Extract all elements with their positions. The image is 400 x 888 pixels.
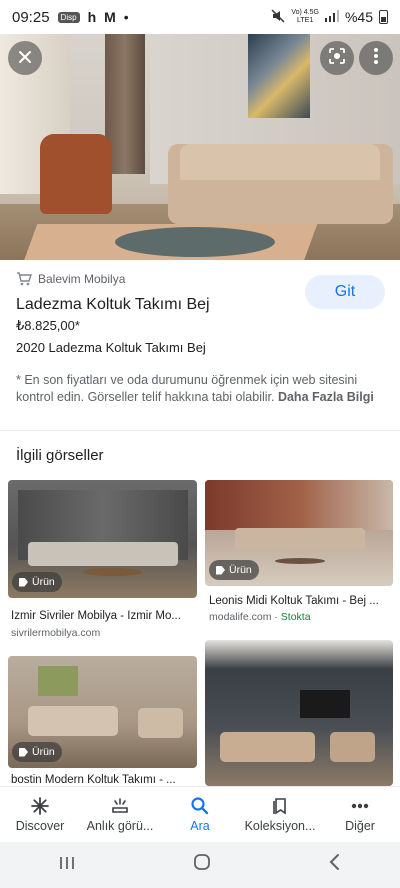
notification-dot: • (123, 9, 129, 25)
lens-icon (328, 47, 346, 70)
recent-apps-button[interactable] (58, 854, 76, 877)
armchair (40, 134, 112, 214)
network-indicator: Vo) 4.5G LTE1 (291, 9, 319, 24)
disclaimer: * En son fiyatları ve oda durumunu öğren… (16, 372, 376, 406)
image-sofa (220, 732, 315, 762)
image-table (275, 558, 325, 564)
related-card-image[interactable]: Ürün (8, 656, 197, 768)
image-table (83, 568, 143, 576)
related-card-title[interactable]: İzmir Sivriler Mobilya - İzmir Mo... (11, 610, 196, 622)
notification-app-icon: Disp (57, 11, 80, 23)
more-info-link[interactable]: Daha Fazla Bilgi (278, 390, 374, 404)
image-painting (38, 666, 78, 696)
signal-icon (324, 9, 339, 25)
wall-painting (248, 34, 310, 118)
home-button[interactable] (193, 853, 211, 877)
close-icon (18, 48, 32, 69)
divider (0, 430, 400, 431)
nav-search[interactable]: Ara (160, 787, 240, 842)
close-button[interactable] (8, 41, 42, 75)
result-title[interactable]: Ladezma Koltuk Takımı Bej (16, 296, 210, 314)
image-sofa (235, 528, 365, 550)
related-card-title[interactable]: bostin Modern Koltuk Takımı - ... (11, 774, 196, 786)
battery-percent: %45 (344, 9, 373, 25)
nav-more[interactable]: Diğer (320, 787, 400, 842)
product-badge: Ürün (209, 560, 259, 580)
result-source[interactable]: Balevim Mobilya (16, 272, 125, 286)
nav-label: Anlık görü... (86, 819, 154, 833)
nav-snapshot[interactable]: Anlık görü... (80, 787, 160, 842)
more-vert-icon (374, 47, 378, 69)
image-armchair (330, 732, 375, 762)
nav-label: Koleksiyon... (244, 819, 316, 833)
nav-label: Diğer (345, 819, 375, 833)
hero-image[interactable] (0, 34, 400, 260)
product-badge: Ürün (12, 572, 62, 592)
nav-discover[interactable]: Discover (0, 787, 80, 842)
more-options-button[interactable] (359, 41, 393, 75)
status-time: 09:25 (12, 8, 50, 26)
back-button[interactable] (328, 853, 342, 877)
image-armchair (138, 708, 183, 738)
bottom-navigation: Discover Anlık görü... Ara Koleksiyon...… (0, 786, 400, 842)
bookmark-icon (270, 796, 290, 816)
source-name: Balevim Mobilya (38, 272, 126, 286)
lens-button[interactable] (320, 41, 354, 75)
battery-icon (379, 10, 388, 24)
image-tv (300, 690, 350, 718)
search-icon (190, 796, 210, 816)
nav-label: Ara (190, 819, 210, 833)
product-badge: Ürün (12, 742, 62, 762)
image-sofa (28, 706, 118, 736)
related-card-image[interactable]: Ürün (8, 480, 197, 598)
nav-label: Discover (15, 819, 65, 833)
related-card-source: sivrilermobilya.com (11, 627, 101, 639)
result-subtitle: 2020 Ladezma Koltuk Takımı Bej (16, 340, 206, 355)
stock-status: Stokta (280, 611, 311, 623)
related-card-image[interactable]: Ürün (205, 480, 393, 586)
result-price: ₺8.825,00* (16, 318, 80, 333)
related-heading: İlgili görseller (16, 447, 104, 464)
image-sofa (28, 542, 178, 566)
asterisk-icon (30, 796, 50, 816)
related-card-source: modalife.com · Stokta (209, 611, 311, 623)
related-card-title[interactable]: Leonis Midi Koltuk Takımı - Bej ... (209, 595, 394, 607)
system-navigation-bar (0, 842, 400, 888)
tag-icon (19, 577, 28, 587)
tag-icon (216, 565, 225, 575)
mute-icon (271, 8, 285, 26)
more-horiz-icon (351, 796, 369, 816)
nav-collections[interactable]: Koleksiyon... (240, 787, 320, 842)
mail-notification-icon: M (104, 9, 116, 25)
tag-icon (19, 747, 28, 757)
notification-h-icon: h (87, 9, 97, 25)
shopping-cart-icon (16, 272, 32, 286)
image-wall (205, 480, 393, 530)
sofa-back (180, 144, 380, 180)
coffee-table (115, 227, 275, 257)
related-card-image[interactable] (205, 640, 393, 786)
visit-button[interactable]: Git (305, 275, 385, 309)
status-bar: 09:25 Disp h M • Vo) 4.5G LTE1 %45 (0, 0, 400, 34)
snapshot-icon (110, 796, 130, 816)
